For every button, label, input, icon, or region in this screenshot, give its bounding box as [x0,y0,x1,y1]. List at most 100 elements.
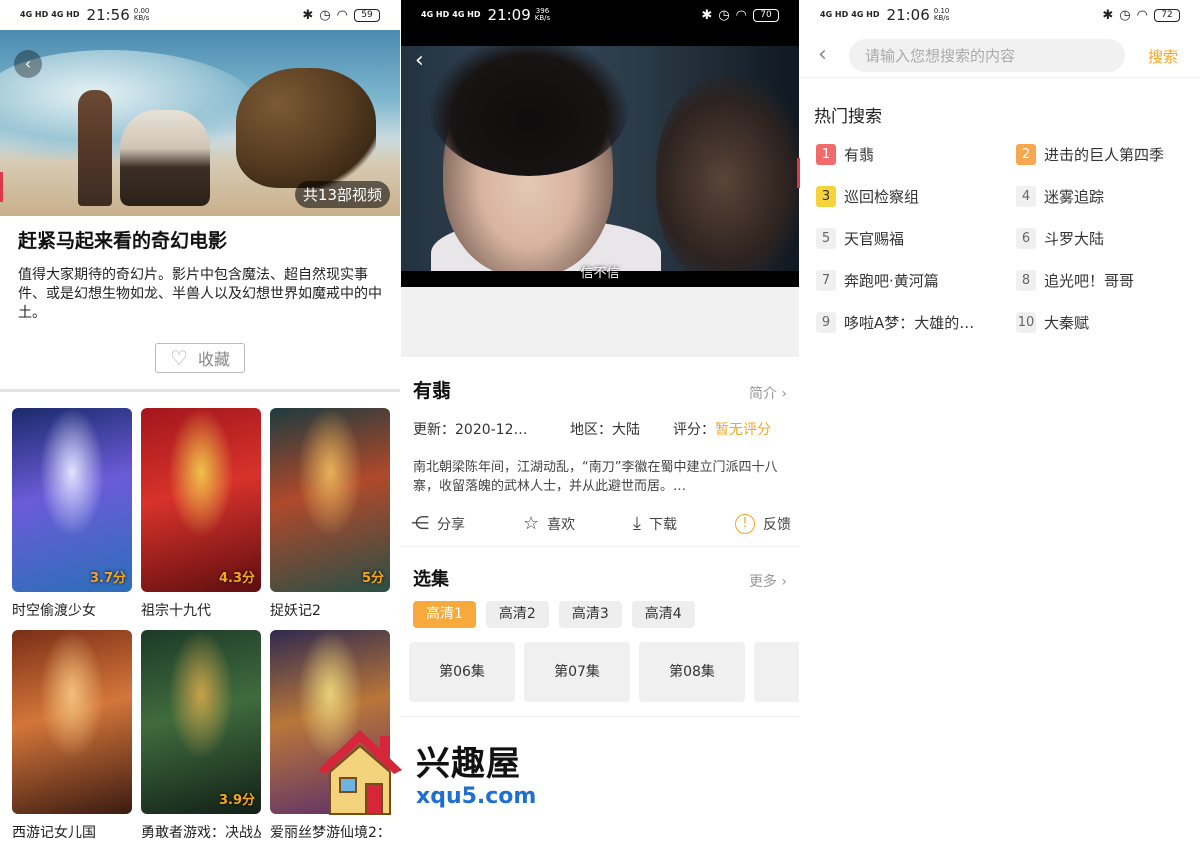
status-icons: ✱ ◷ ◠ 59 [302,8,380,23]
show-description[interactable]: 南北朝梁陈年间，江湖动乱，“南刀”李徽在蜀中建立门派四十八寨，收留落魄的武林人士… [413,458,783,496]
rank-badge: 3 [816,186,836,207]
episode-button[interactable]: 第 [754,642,799,702]
intro-link[interactable]: 简介 › [749,383,787,403]
hot-search-item[interactable]: 9 哆啦A梦：大雄的… [816,312,1016,333]
hot-search-item[interactable]: 4 迷雾追踪 [1016,186,1196,207]
video-figure-back [656,76,799,271]
movie-card[interactable]: 西游记女儿国 [12,630,132,842]
quality-option[interactable]: 高清1 [413,601,476,628]
movie-card[interactable]: 4.3分 祖宗十九代 [141,408,261,620]
wifi-icon: ◠ [735,7,747,23]
hot-search-item[interactable]: 6 斗罗大陆 [1016,228,1196,249]
hot-search-label: 进击的巨人第四季 [1044,146,1165,164]
alarm-icon: ◷ [718,7,730,23]
quality-option[interactable]: 高清4 [631,601,695,628]
movie-poster [12,630,132,814]
search-input[interactable] [849,39,1125,72]
download-button[interactable]: ⤓ 下载 [633,513,677,534]
quality-option[interactable]: 高清2 [485,601,549,628]
hot-search-label: 有翡 [844,146,875,164]
movie-rating: 4.3分 [218,571,255,586]
hot-search-item[interactable]: 3 巡回检察组 [816,186,1016,207]
episodes-heading: 选集 [413,569,449,590]
movie-card[interactable]: 3.9分 勇敢者游戏：决战丛林 [141,630,261,842]
show-meta: 更新：2020-12… 地区：大陆 评分：暂无评分 [413,419,789,439]
banner-lion [236,68,376,188]
movie-card[interactable]: 3.7分 时空偷渡少女 [12,408,132,620]
share-button[interactable]: ⋲ 分享 [411,513,465,534]
download-icon: ⤓ [633,513,642,534]
battery-icon: 59 [354,8,380,22]
hot-search-item[interactable]: 7 奔跑吧·黄河篇 [816,270,1016,291]
movie-card[interactable]: 5分 捉妖记2 [270,408,390,620]
signal-indicator: 4G HD [20,10,49,19]
collection-screen: 4G HD 4G HD 21:56 0.00 KB/s ✱ ◷ ◠ 59 ‹ 共… [0,0,400,845]
hot-search-label: 巡回检察组 [844,188,920,206]
watermark-url: xqu5.com [416,784,537,809]
signal-indicator-2: 4G HD [452,10,481,19]
episode-button[interactable]: 第08集 [639,642,745,702]
watermark-name: 兴趣屋 [416,744,521,784]
signal-indicator: 4G HD [421,10,450,19]
movie-rating: 3.7分 [89,571,126,586]
status-bar: 4G HD 4G HD 21:09 396 KB/s ✱ ◷ ◠ 70 [401,0,799,30]
share-label: 分享 [437,516,465,533]
episode-button[interactable]: 第06集 [409,642,515,702]
show-title: 有翡 [413,380,452,402]
favorite-button[interactable]: ♡ 收藏 [155,343,245,373]
movie-poster: 5分 [270,408,390,592]
action-bar: ⋲ 分享 ☆ 喜欢 ⤓ 下载 ! 反馈 [411,513,791,534]
rating: 评分：暂无评分 [673,419,771,439]
network-speed: 0.00 KB/s [133,7,150,22]
episode-list: 第06集 第07集 第08集 第 [409,642,799,702]
bluetooth-icon: ✱ [1102,7,1114,23]
movie-title: 时空偷渡少女 [12,603,96,619]
hot-search-item[interactable]: 5 天官赐福 [816,228,1016,249]
hot-search-label: 斗罗大陆 [1044,230,1105,248]
back-button[interactable]: ‹ [818,42,827,67]
hot-search-item[interactable]: 8 追光吧！哥哥 [1016,270,1196,291]
update-date: 更新：2020-12… [413,422,528,438]
video-frame [401,46,799,271]
rank-badge: 2 [1016,144,1036,165]
rank-badge: 7 [816,270,836,291]
video-subtitle: 信不信 [580,266,620,281]
screenshot-collage: 4G HD 4G HD 21:56 0.00 KB/s ✱ ◷ ◠ 59 ‹ 共… [0,0,1200,845]
hot-search-label: 哆啦A梦：大雄的… [844,314,975,332]
feedback-button[interactable]: ! 反馈 [734,513,791,534]
alarm-icon: ◷ [1119,7,1131,23]
search-button[interactable]: 搜索 [1148,46,1178,67]
site-watermark: 兴趣屋 xqu5.com [310,722,550,822]
more-episodes-link[interactable]: 更多 › [749,571,787,591]
signal-indicator-2: 4G HD [51,10,80,19]
hot-search-label: 追光吧！哥哥 [1044,272,1135,290]
feedback-label: 反馈 [762,516,791,533]
rank-badge: 1 [816,144,836,165]
banner-figure [78,90,112,206]
house-logo-icon [318,730,402,815]
hot-search-item[interactable]: 2 进击的巨人第四季 [1016,144,1196,165]
rank-badge: 10 [1016,312,1036,333]
movie-poster: 3.7分 [12,408,132,592]
section-divider [401,546,799,547]
hot-search-item[interactable]: 1 有翡 [816,144,1016,165]
alarm-icon: ◷ [319,7,331,23]
rating-value: 暂无评分 [715,422,771,438]
search-screen: 4G HD 4G HD 21:06 0.10 KB/s ✱ ◷ ◠ 72 ‹ 搜… [800,0,1200,845]
back-button[interactable]: ‹ [415,48,424,73]
video-player[interactable]: 信不信 [401,30,799,287]
hot-search-item[interactable]: 10 大秦赋 [1016,312,1196,333]
collection-title: 赶紧马起来看的奇幻电影 [18,230,228,252]
rank-badge: 5 [816,228,836,249]
hot-search-heading: 热门搜索 [814,107,882,127]
favorite-label: 收藏 [197,350,230,369]
movie-title: 勇敢者游戏：决战丛林 [141,825,261,841]
like-button[interactable]: ☆ 喜欢 [523,513,575,534]
section-divider [401,716,799,717]
episode-button[interactable]: 第07集 [524,642,630,702]
signal-indicator-2: 4G HD [851,10,880,19]
quality-option[interactable]: 高清3 [558,601,622,628]
section-divider [0,389,400,392]
back-button[interactable]: ‹ [14,50,42,78]
bluetooth-icon: ✱ [302,7,314,23]
